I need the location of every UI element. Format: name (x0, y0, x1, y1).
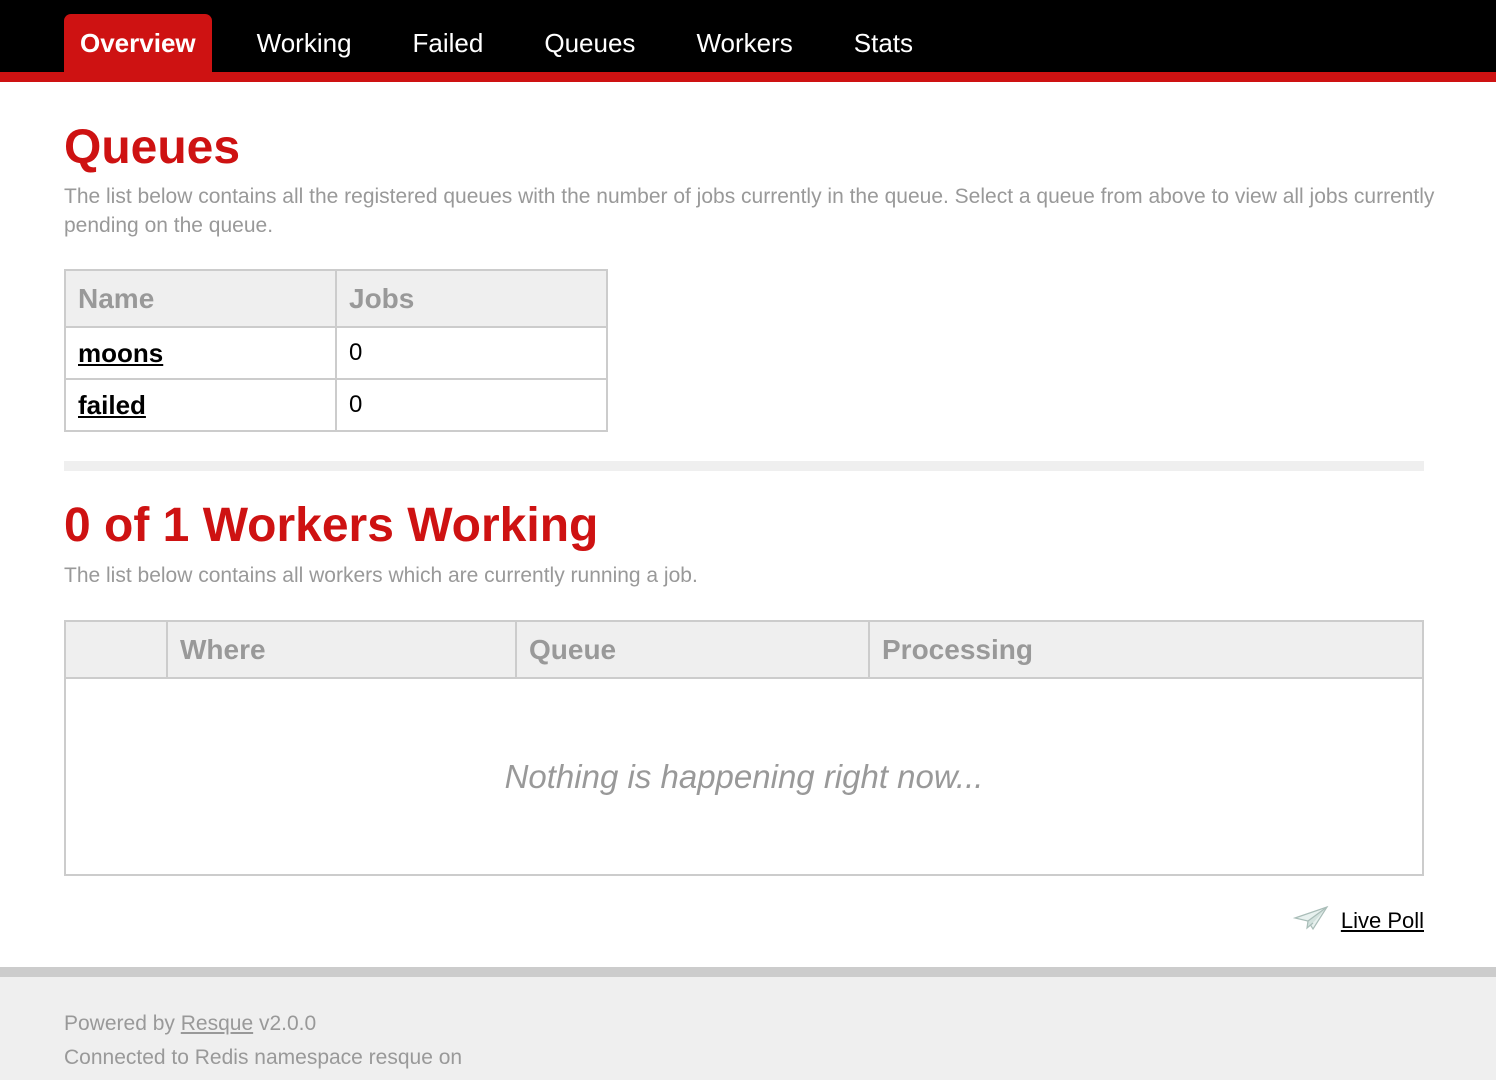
tab-overview[interactable]: Overview (64, 14, 212, 72)
live-poll-link[interactable]: Live Poll (1341, 908, 1424, 934)
queue-name-cell: moons (64, 326, 337, 380)
table-row: failed 0 (64, 378, 608, 432)
workers-table: Where Queue Processing Nothing is happen… (64, 620, 1424, 876)
column-header-name: Name (64, 269, 337, 328)
tab-failed[interactable]: Failed (383, 14, 514, 72)
workers-table-header: Where Queue Processing (64, 620, 1424, 679)
queues-table-header: Name Jobs (64, 269, 608, 328)
queue-link-moons[interactable]: moons (78, 338, 163, 368)
column-header-processing: Processing (868, 620, 1424, 679)
tab-working[interactable]: Working (227, 14, 382, 72)
column-header-queue: Queue (515, 620, 870, 679)
live-poll: Live Poll (1292, 905, 1424, 936)
powered-by-prefix: Powered by (64, 1012, 175, 1035)
queues-title: Queues (64, 121, 241, 174)
resque-link[interactable]: Resque (181, 1012, 253, 1035)
column-header-where: Where (166, 620, 517, 679)
queue-jobs-count: 0 (335, 378, 608, 432)
workers-description: The list below contains all workers whic… (64, 564, 698, 587)
footer: Powered by Resque v2.0.0 Connected to Re… (0, 967, 1496, 1080)
top-navigation: Overview Working Failed Queues Workers S… (0, 0, 1496, 82)
paper-plane-icon (1292, 905, 1329, 936)
redis-connection-info: Connected to Redis namespace resque on (64, 1046, 463, 1069)
queue-name-cell: failed (64, 378, 337, 432)
table-row: Nothing is happening right now... (64, 677, 1424, 876)
table-row: moons 0 (64, 326, 608, 380)
nav-tabs: Overview Working Failed Queues Workers S… (64, 14, 944, 72)
queue-link-failed[interactable]: failed (78, 390, 146, 420)
powered-by: Powered by Resque v2.0.0 (64, 1009, 316, 1038)
section-divider (64, 461, 1424, 471)
queues-table: Name Jobs moons 0 failed 0 (64, 269, 608, 432)
queue-jobs-count: 0 (335, 326, 608, 380)
empty-state-message: Nothing is happening right now... (64, 677, 1424, 876)
tab-queues[interactable]: Queues (514, 14, 665, 72)
column-header-icon (64, 620, 168, 679)
version-label: v2.0.0 (258, 1012, 317, 1035)
column-header-jobs: Jobs (335, 269, 608, 328)
tab-stats[interactable]: Stats (824, 14, 943, 72)
tab-workers[interactable]: Workers (666, 14, 822, 72)
workers-title: 0 of 1 Workers Working (64, 499, 599, 552)
queues-description: The list below contains all the register… (64, 185, 1435, 237)
